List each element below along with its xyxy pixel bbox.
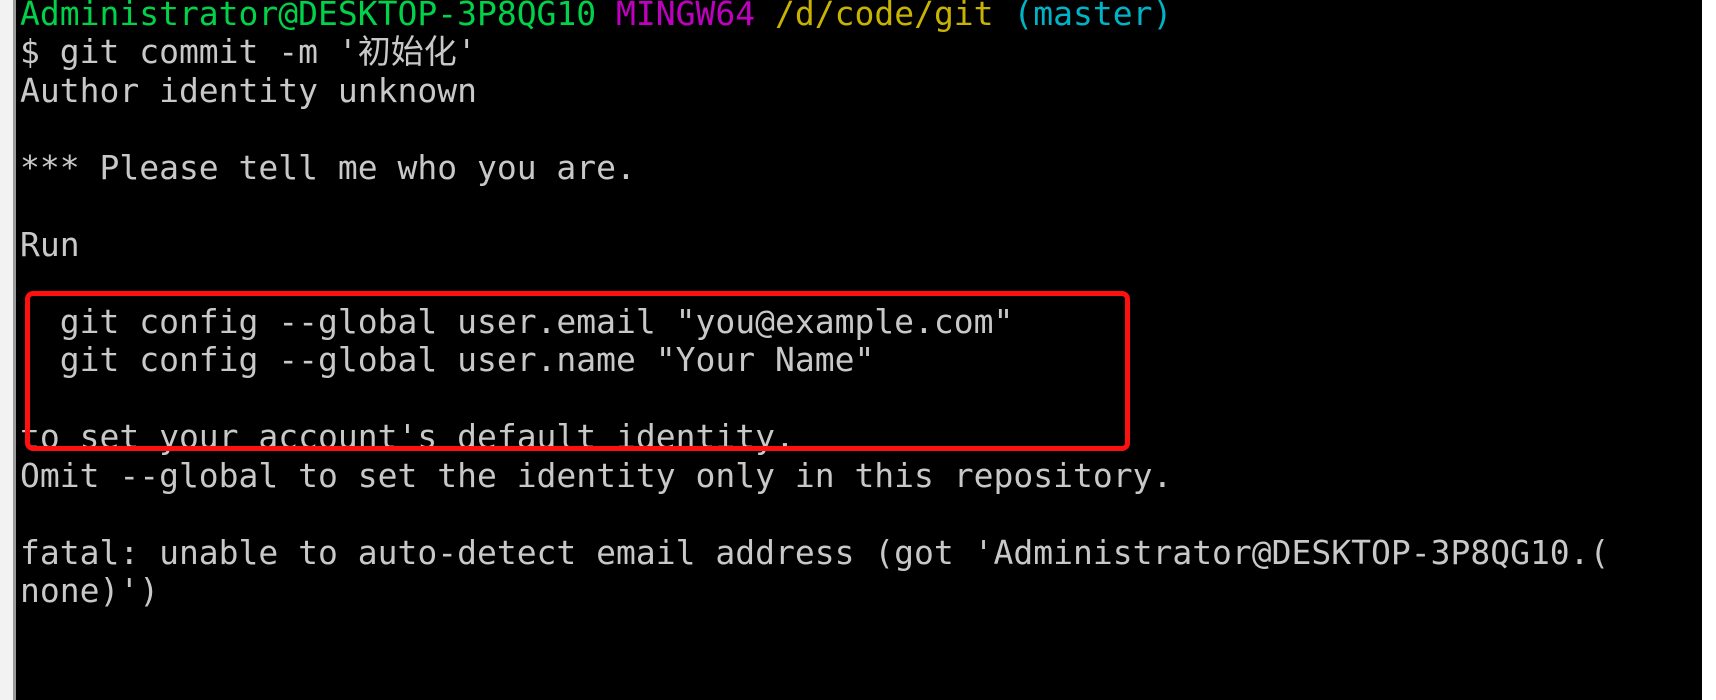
output-line-fatal-continued: none)'): [20, 571, 160, 610]
prompt-env: MINGW64: [616, 0, 756, 33]
prompt-path: /d/code/git: [775, 0, 994, 33]
prompt-user-host: Administrator@DESKTOP-3P8QG10: [20, 0, 597, 33]
terminal-window[interactable]: Administrator@DESKTOP-3P8QG10 MINGW64 /d…: [16, 0, 1702, 700]
output-line-run: Run: [20, 225, 80, 264]
command-line: $ git commit -m '初始化': [20, 32, 477, 71]
output-line-author-unknown: Author identity unknown: [20, 71, 477, 110]
prompt-line: Administrator@DESKTOP-3P8QG10 MINGW64 /d…: [20, 0, 1172, 34]
window-left-edge: [0, 0, 16, 700]
highlight-box: [25, 291, 1130, 451]
output-line-omit-global: Omit --global to set the identity only i…: [20, 456, 1173, 495]
vertical-scrollbar[interactable]: [1702, 0, 1716, 700]
output-line-fatal: fatal: unable to auto-detect email addre…: [20, 533, 1610, 572]
output-line-please-tell: *** Please tell me who you are.: [20, 148, 636, 187]
prompt-branch: (master): [1013, 0, 1173, 33]
